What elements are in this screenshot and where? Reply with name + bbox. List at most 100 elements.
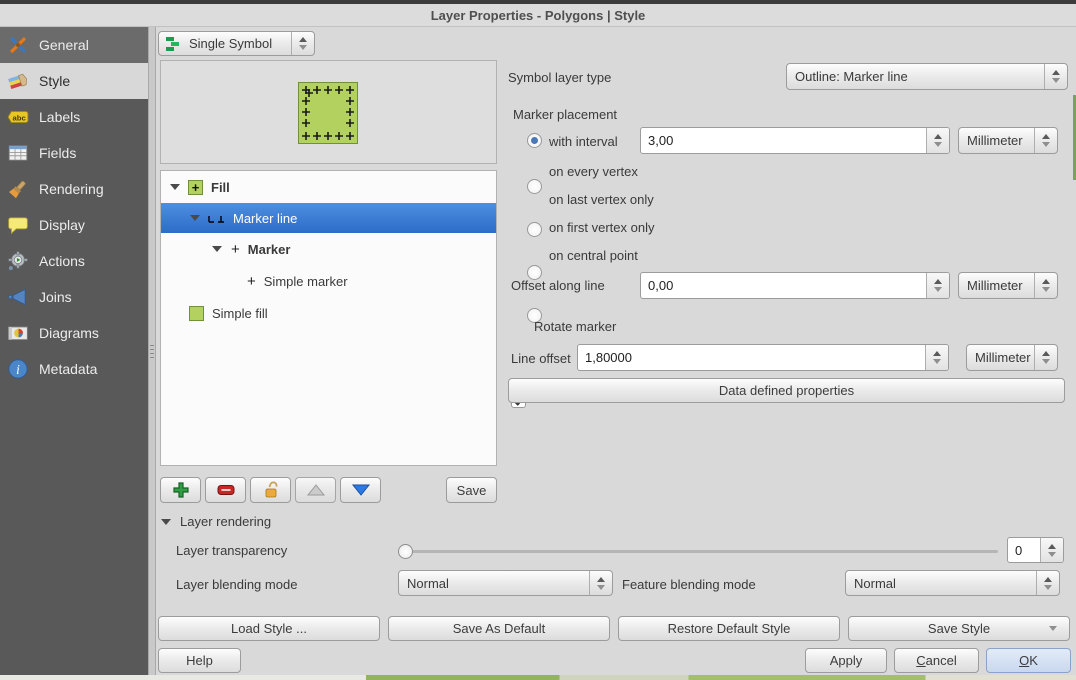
tree-item-marker[interactable]: + Marker [161, 234, 496, 264]
cancel-label: Cancel [916, 653, 956, 668]
title-bar[interactable]: Layer Properties - Polygons | Style [0, 4, 1076, 27]
offset-along-line-input[interactable]: 0,00 [640, 272, 950, 299]
sidebar-item-label: Metadata [39, 361, 97, 377]
sidebar-item-actions[interactable]: Actions [0, 243, 148, 279]
tree-item-label: Marker line [233, 211, 297, 226]
tree-item-label: Fill [211, 180, 230, 195]
transparency-slider-handle[interactable] [398, 544, 413, 559]
line-offset-input[interactable]: 1,80000 [577, 344, 949, 371]
gear-icon [7, 250, 29, 272]
spinner-arrows-icon[interactable] [926, 273, 949, 298]
transparency-spinbox[interactable]: 0 [1007, 537, 1064, 563]
ok-button[interactable]: OK [986, 648, 1071, 673]
funnel-icon [7, 286, 29, 308]
radio-on-last-vertex-label[interactable]: on last vertex only [549, 192, 654, 207]
dropdown-arrows-icon [1034, 345, 1057, 370]
symbol-layer-type-select[interactable]: Outline: Marker line [786, 63, 1068, 90]
sidebar-item-joins[interactable]: Joins [0, 279, 148, 315]
layer-properties-dialog: Layer Properties - Polygons | Style Gene… [0, 0, 1076, 680]
simple-fill-icon [189, 306, 204, 321]
layer-transparency-label: Layer transparency [176, 543, 287, 558]
sidebar-item-diagrams[interactable]: Diagrams [0, 315, 148, 351]
lock-color-button[interactable] [250, 477, 291, 503]
cancel-button[interactable]: Cancel [894, 648, 979, 673]
spinner-arrows-icon[interactable] [1040, 538, 1063, 562]
radio-on-every-vertex[interactable] [527, 179, 542, 194]
save-symbol-label: Save [457, 483, 487, 498]
apply-button[interactable]: Apply [805, 648, 887, 673]
remove-symbol-layer-button[interactable] [205, 477, 246, 503]
tree-item-marker-line[interactable]: Marker line [161, 203, 496, 233]
save-symbol-button[interactable]: Save [446, 477, 497, 503]
layer-rendering-header[interactable]: Layer rendering [161, 514, 271, 529]
sidebar-item-rendering[interactable]: Rendering [0, 171, 148, 207]
sidebar-item-labels[interactable]: abc Labels [0, 99, 148, 135]
line-offset-unit-select[interactable]: Millimeter [966, 344, 1058, 371]
rotate-marker-label[interactable]: Rotate marker [534, 319, 616, 334]
radio-on-first-vertex-label[interactable]: on first vertex only [549, 220, 655, 235]
offset-unit-value: Millimeter [959, 278, 1034, 293]
load-style-button[interactable]: Load Style ... [158, 616, 380, 641]
sidebar-item-label: Display [39, 217, 85, 233]
radio-with-interval[interactable] [527, 133, 542, 148]
expander-icon[interactable] [190, 215, 200, 221]
radio-on-central-point-label[interactable]: on central point [549, 248, 638, 263]
sidebar-item-label: Diagrams [39, 325, 99, 341]
spinner-arrows-icon[interactable] [926, 128, 949, 153]
interval-unit-select[interactable]: Millimeter [958, 127, 1058, 154]
sidebar: General Style abc Labels Fields Renderin… [0, 27, 148, 675]
layer-blending-mode-select[interactable]: Normal [398, 570, 613, 596]
offset-along-line-value: 0,00 [641, 278, 926, 293]
radio-on-every-vertex-label[interactable]: on every vertex [549, 164, 638, 179]
transparency-value: 0 [1008, 543, 1040, 558]
restore-default-style-label: Restore Default Style [668, 621, 791, 636]
save-style-button[interactable]: Save Style [848, 616, 1070, 641]
help-label: Help [186, 653, 213, 668]
add-symbol-layer-button[interactable] [160, 477, 201, 503]
dropdown-arrows-icon [291, 32, 314, 55]
radio-on-last-vertex[interactable] [527, 222, 542, 237]
help-button[interactable]: Help [158, 648, 241, 673]
expander-icon[interactable] [212, 246, 222, 252]
feature-blending-mode-select[interactable]: Normal [845, 570, 1060, 596]
layer-rendering-label: Layer rendering [180, 514, 271, 529]
tree-item-label: Simple fill [212, 306, 268, 321]
interval-unit-value: Millimeter [959, 133, 1034, 148]
restore-default-style-button[interactable]: Restore Default Style [618, 616, 840, 641]
sidebar-item-general[interactable]: General [0, 27, 148, 63]
save-as-default-button[interactable]: Save As Default [388, 616, 610, 641]
expander-icon[interactable] [170, 184, 180, 190]
brush-icon [7, 178, 29, 200]
sidebar-item-metadata[interactable]: i Metadata [0, 351, 148, 387]
sidebar-item-display[interactable]: Display [0, 207, 148, 243]
sidebar-splitter[interactable] [148, 27, 156, 675]
symbol-mode-select[interactable]: Single Symbol [158, 31, 315, 56]
interval-input[interactable]: 3,00 [640, 127, 950, 154]
line-offset-label: Line offset [511, 351, 571, 366]
dropdown-arrows-icon [1036, 571, 1059, 595]
spinner-arrows-icon[interactable] [925, 345, 948, 370]
feature-blending-mode-value: Normal [846, 576, 1036, 591]
polygon-preview-image [298, 82, 358, 144]
diagram-icon [7, 322, 29, 344]
sidebar-item-fields[interactable]: Fields [0, 135, 148, 171]
map-canvas-strip [0, 675, 1076, 680]
tree-item-simple-marker[interactable]: + Simple marker [161, 266, 496, 296]
tree-item-simple-fill[interactable]: Simple fill [161, 298, 496, 328]
offset-unit-select[interactable]: Millimeter [958, 272, 1058, 299]
lock-open-icon [262, 481, 280, 499]
marker-placement-label: Marker placement [513, 107, 617, 122]
sidebar-item-style[interactable]: Style [0, 63, 148, 99]
remove-icon [216, 482, 236, 498]
move-layer-up-button[interactable] [295, 477, 336, 503]
table-icon [7, 142, 29, 164]
window-title: Layer Properties - Polygons | Style [431, 8, 646, 23]
radio-with-interval-label[interactable]: with interval [549, 134, 618, 149]
ok-label: OK [1019, 653, 1038, 668]
move-layer-down-button[interactable] [340, 477, 381, 503]
sidebar-item-label: Actions [39, 253, 85, 269]
data-defined-properties-button[interactable]: Data defined properties [508, 378, 1065, 403]
tree-item-label: Marker [248, 242, 291, 257]
tree-item-fill[interactable]: + Fill [161, 172, 496, 202]
transparency-slider-track[interactable] [407, 550, 998, 553]
